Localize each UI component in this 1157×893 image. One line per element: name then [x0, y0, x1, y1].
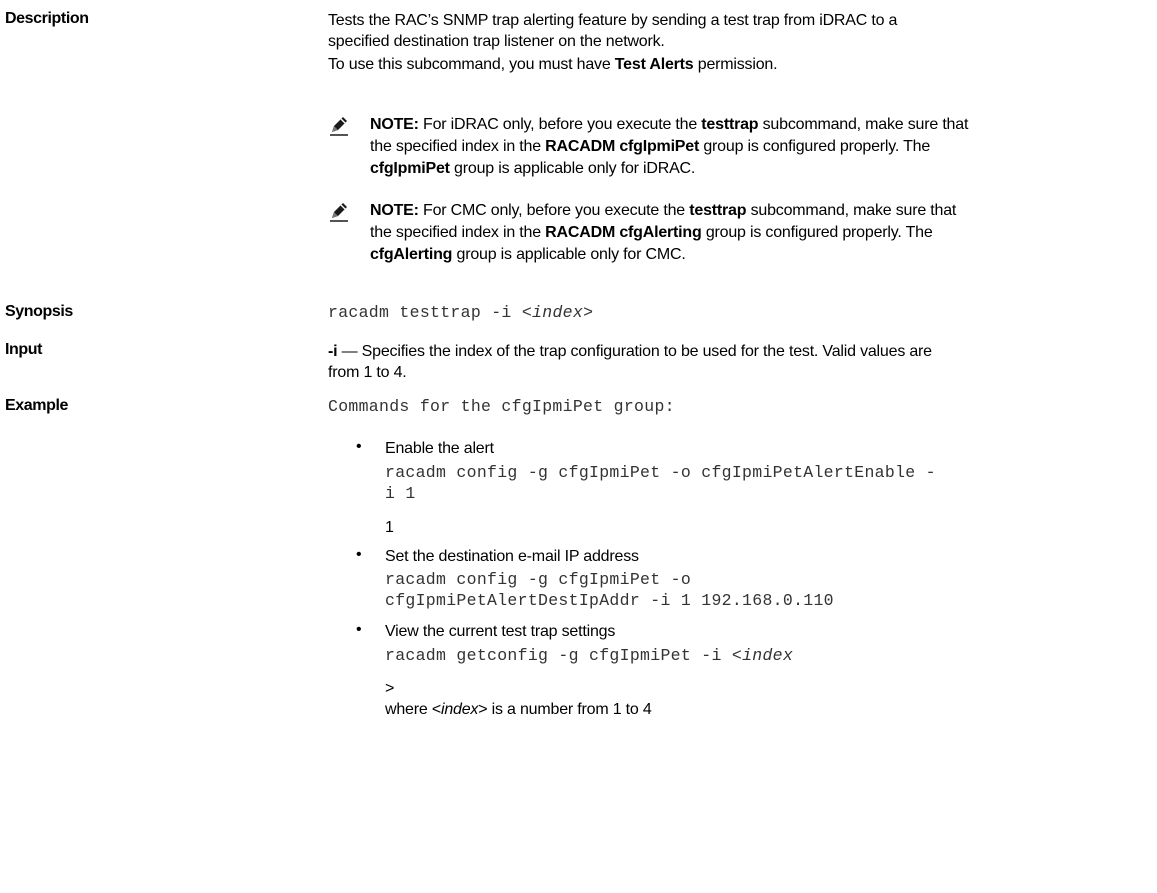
list-item-text: Set the destination e-mail IP address: [385, 548, 639, 565]
note-idrac-line-1: NOTE: For iDRAC only, before you execute…: [370, 114, 1140, 136]
description-text: Tests the RAC’s SNMP trap alerting featu…: [328, 10, 1138, 75]
code-text: racadm testtrap -i <: [328, 303, 533, 322]
note-bold: testtrap: [701, 116, 759, 133]
description-line-2: specified destination trap listener on t…: [328, 33, 665, 50]
input-flag: -i: [328, 343, 338, 360]
permission-pre: To use this subcommand, you must have: [328, 56, 615, 73]
where-text: where <index> is a number from 1 to 4: [385, 699, 652, 720]
code-arg: index: [742, 646, 794, 665]
note-text: subcommand, make sure that: [746, 202, 957, 219]
code-text: >: [583, 303, 594, 322]
note-text: For iDRAC only, before you execute the: [418, 116, 702, 133]
note-bold: cfgAlerting: [370, 246, 453, 263]
code-line: i 1: [385, 484, 416, 503]
note-text: group is configured properly. The: [699, 138, 931, 155]
note-bold: RACADM cfgAlerting: [545, 224, 702, 241]
code-line: racadm config -g cfgIpmiPet -o: [385, 570, 692, 589]
note-text: the specified index in the: [370, 138, 546, 155]
code-line: cfgIpmiPetAlertDestIpAddr -i 1 192.168.0…: [385, 591, 834, 610]
description-permission: To use this subcommand, you must have Te…: [328, 54, 1138, 75]
list-item-after: 1: [385, 519, 394, 536]
input-label: Input: [5, 341, 43, 358]
note-text: the specified index in the: [370, 224, 546, 241]
note-bold: RACADM cfgIpmiPet: [545, 138, 700, 155]
bullet-icon: •: [356, 546, 362, 563]
example-intro: Commands for the cfgIpmiPet group:: [328, 397, 675, 416]
input-line-2: from 1 to 4.: [328, 364, 407, 381]
note-cmc-line-1: NOTE: For CMC only, before you execute t…: [370, 200, 1140, 222]
bullet-icon: •: [356, 621, 362, 638]
code-text: racadm getconfig -g cfgIpmiPet -i <: [385, 646, 743, 665]
pencil-note-icon: [330, 203, 348, 222]
note-cmc-line-2: the specified index in the RACADM cfgAle…: [370, 222, 1140, 244]
note-idrac-line-2: the specified index in the RACADM cfgIpm…: [370, 136, 1140, 158]
note-text: group is applicable only for CMC.: [452, 246, 686, 263]
input-desc: — Specifies the index of the trap config…: [337, 343, 932, 360]
note-idrac-line-3: cfgIpmiPet group is applicable only for …: [370, 158, 1140, 180]
code-line: racadm config -g cfgIpmiPet -o cfgIpmiPe…: [385, 463, 936, 482]
code-arg: index: [532, 303, 584, 322]
note-bold: testtrap: [689, 202, 747, 219]
where-post: > is a number from 1 to 4: [478, 701, 652, 718]
code-line: racadm getconfig -g cfgIpmiPet -i <index: [385, 645, 793, 666]
note-bold: cfgIpmiPet: [370, 160, 450, 177]
permission-post: permission.: [693, 56, 778, 73]
pencil-note-icon: [330, 117, 348, 136]
description-line-1: Tests the RAC’s SNMP trap alerting featu…: [328, 12, 898, 29]
where-pre: where <: [385, 701, 441, 718]
note-prefix: NOTE:: [370, 202, 419, 219]
bullet-icon: •: [356, 438, 362, 455]
permission-bold: Test Alerts: [614, 56, 694, 73]
where-arg: index: [440, 701, 479, 718]
note-idrac: NOTE: For iDRAC only, before you execute…: [370, 114, 1140, 180]
list-item-text: View the current test trap settings: [385, 623, 616, 640]
example-label: Example: [5, 397, 69, 414]
note-text: For CMC only, before you execute the: [418, 202, 690, 219]
list-item-text: Enable the alert: [385, 440, 494, 457]
list-item-after: >: [385, 680, 395, 697]
note-text: group is configured properly. The: [701, 224, 933, 241]
note-text: subcommand, make sure that: [758, 116, 969, 133]
note-cmc-line-3: cfgAlerting group is applicable only for…: [370, 244, 1140, 266]
note-text: group is applicable only for iDRAC.: [449, 160, 696, 177]
note-cmc: NOTE: For CMC only, before you execute t…: [370, 200, 1140, 266]
synopsis-label: Synopsis: [5, 303, 73, 320]
input-text: -i — Specifies the index of the trap con…: [328, 341, 1138, 383]
description-label: Description: [5, 10, 89, 27]
note-prefix: NOTE:: [370, 116, 419, 133]
synopsis-command: racadm testtrap -i <index>: [328, 302, 1138, 323]
input-line-1: -i — Specifies the index of the trap con…: [328, 341, 1138, 362]
